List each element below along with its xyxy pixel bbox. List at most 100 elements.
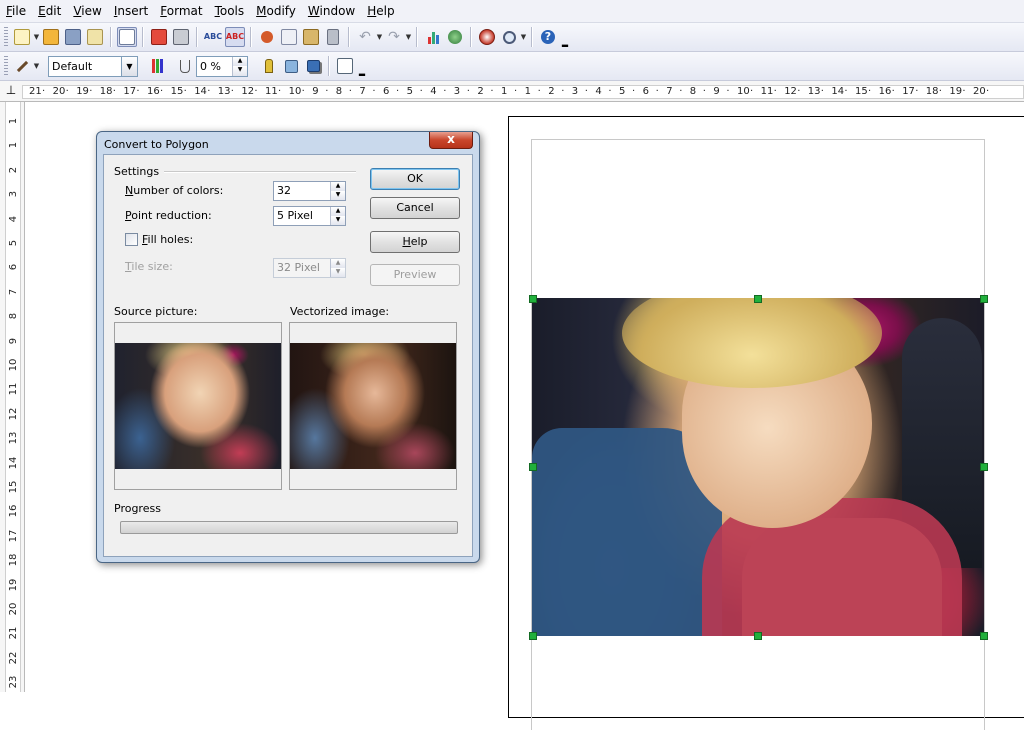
edit-file-button[interactable] (117, 27, 137, 47)
save-button[interactable] (63, 27, 83, 47)
toolbar-grip[interactable] (4, 56, 8, 76)
menu-view[interactable]: View (67, 0, 107, 22)
transparency-spinbox[interactable]: 0 % ▲ ▼ (196, 55, 248, 77)
image-properties-button[interactable] (335, 56, 355, 76)
new-document-button[interactable] (12, 27, 32, 47)
chart-button[interactable] (423, 27, 443, 47)
ruler-tick-label: 10 (737, 86, 750, 97)
redo-dropdown-icon[interactable]: ▼ (405, 27, 412, 47)
number-of-colors-spinbox[interactable]: 32 ▲ ▼ (273, 181, 346, 201)
ok-button[interactable]: OK (370, 168, 460, 190)
tab-stop-selector-icon[interactable]: ⊥ (4, 83, 18, 97)
spellcheck-button[interactable]: ABC (203, 27, 223, 47)
spin-down-icon[interactable]: ▼ (331, 191, 345, 200)
ruler-tick-label: 14 (831, 86, 845, 97)
undo-button[interactable]: ↶ (355, 27, 375, 47)
help-button[interactable]: ? (538, 27, 558, 47)
toolbar-separator (470, 27, 472, 47)
menu-insert[interactable]: Insert (108, 0, 154, 22)
menu-modify[interactable]: Modify (250, 0, 302, 22)
toolbar-grip[interactable] (4, 27, 8, 47)
image-properties-icon (337, 58, 353, 74)
effects-dropdown-icon[interactable]: ▼ (33, 56, 40, 76)
selected-photo-image[interactable] (532, 298, 984, 636)
cut-button[interactable] (257, 27, 277, 47)
spin-up-icon[interactable]: ▲ (331, 207, 345, 216)
shadow-button[interactable] (303, 56, 323, 76)
spin-down-icon: ▼ (331, 268, 345, 277)
autospellcheck-button[interactable]: ABC (225, 27, 245, 47)
spin-up-icon[interactable]: ▲ (233, 56, 247, 66)
menu-tools[interactable]: Tools (209, 0, 251, 22)
spin-up-icon: ▲ (331, 259, 345, 268)
spin-down-icon[interactable]: ▼ (331, 216, 345, 225)
menu-help[interactable]: Help (361, 0, 400, 22)
ruler-tick-label: 12 (8, 407, 19, 421)
selection-handle-bottom-right[interactable] (980, 632, 988, 640)
selection-handle-bottom-left[interactable] (529, 632, 537, 640)
crop-button[interactable] (259, 56, 279, 76)
selection-handle-top-left[interactable] (529, 295, 537, 303)
shadow-box-icon (306, 60, 320, 72)
horizontal-ruler[interactable]: ⊥ 21 · 20 · 19 · 18 · 17 · 16 · 15 · 14 · 13 · 12 · 11 · 10 · 9 ·… (0, 81, 1024, 102)
ruler-tick-mark: · (632, 86, 636, 97)
paste-button[interactable] (301, 27, 321, 47)
close-button[interactable]: x (429, 132, 473, 149)
autospellcheck-icon: ABC (225, 32, 245, 41)
zoom-button[interactable] (499, 27, 519, 47)
selection-handle-bottom-center[interactable] (754, 632, 762, 640)
source-picture-label: Source picture: (114, 305, 198, 318)
menu-file[interactable]: File (0, 0, 32, 22)
toolbar-separator (110, 27, 112, 47)
menu-window[interactable]: Window (302, 0, 361, 22)
spin-down-icon[interactable]: ▼ (233, 66, 247, 76)
navigator-button[interactable] (477, 27, 497, 47)
effects-button[interactable] (12, 56, 32, 76)
ruler-tick-mark: · (160, 86, 164, 97)
fill-holes-checkbox[interactable] (125, 233, 138, 246)
color-button[interactable] (147, 56, 167, 76)
ruler-tick-mark: · (325, 86, 329, 97)
menu-edit[interactable]: Edit (32, 0, 67, 22)
ruler-tick-label: 18 (925, 86, 939, 97)
fill-holes-label: Fill holes: (142, 233, 194, 246)
zoom-dropdown-icon[interactable]: ▼ (520, 27, 527, 47)
line-style-button[interactable] (281, 56, 301, 76)
vertical-ruler[interactable]: 1 1 2 3 4 5 6 7 8 9 10 11 12 13 14 15 16 17 18 19 20 21 22 23 (0, 102, 25, 692)
undo-dropdown-icon[interactable]: ▼ (376, 27, 383, 47)
print-button[interactable] (171, 27, 191, 47)
selection-handle-middle-right[interactable] (980, 463, 988, 471)
toolbar-overflow-icon[interactable]: ▂ (358, 56, 366, 76)
menu-bar: File Edit View Insert Format Tools Modif… (0, 0, 1024, 23)
ruler-tick-mark: · (868, 86, 872, 97)
graphics-mode-select[interactable]: Default ▼ (48, 55, 138, 77)
point-reduction-spinbox[interactable]: 5 Pixel ▲ ▼ (273, 206, 346, 226)
vertical-ruler-track: 1 1 2 3 4 5 6 7 8 9 10 11 12 13 14 15 16 17 18 19 20 21 22 23 (5, 102, 21, 692)
export-pdf-button[interactable] (149, 27, 169, 47)
toolbar-overflow-icon[interactable]: ▂ (561, 27, 569, 47)
selection-handle-top-center[interactable] (754, 295, 762, 303)
ruler-tick-mark: · (372, 86, 376, 97)
help-button[interactable]: Help (370, 231, 460, 253)
gallery-button[interactable] (445, 27, 465, 47)
clone-formatting-button[interactable] (323, 27, 343, 47)
number-of-colors-spin-buttons[interactable]: ▲ ▼ (330, 182, 345, 200)
close-icon: x (447, 132, 455, 146)
selection-handle-top-right[interactable] (980, 295, 988, 303)
menu-format[interactable]: Format (154, 0, 208, 22)
new-document-dropdown-icon[interactable]: ▼ (33, 27, 40, 47)
redo-button[interactable]: ↷ (384, 27, 404, 47)
email-document-button[interactable] (85, 27, 105, 47)
folder-open-icon (43, 29, 59, 45)
chevron-down-icon[interactable]: ▼ (121, 56, 137, 76)
magnifier-icon (502, 30, 516, 44)
ruler-tick-mark: · (230, 86, 234, 97)
spin-up-icon[interactable]: ▲ (331, 182, 345, 191)
selection-handle-middle-left[interactable] (529, 463, 537, 471)
point-reduction-spin-buttons[interactable]: ▲ ▼ (330, 207, 345, 225)
transparency-spin-buttons[interactable]: ▲ ▼ (232, 56, 247, 76)
cancel-button[interactable]: Cancel (370, 197, 460, 219)
open-button[interactable] (41, 27, 61, 47)
ruler-tick-label: 16 (8, 505, 19, 518)
copy-button[interactable] (279, 27, 299, 47)
